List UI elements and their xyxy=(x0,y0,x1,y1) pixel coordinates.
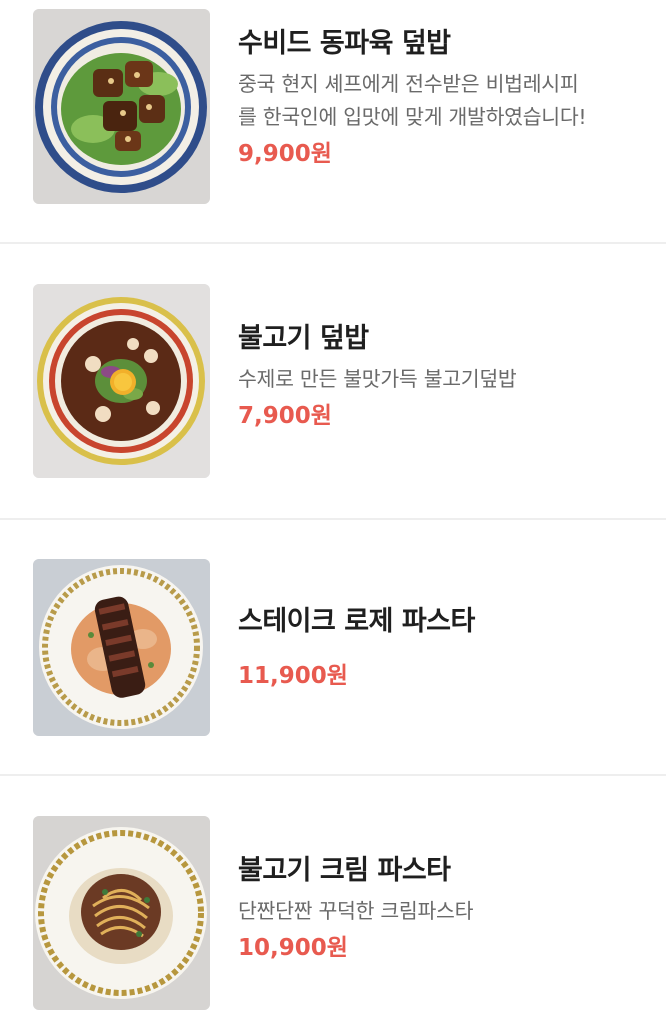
menu-list: 수비드 동파육 덮밥 중국 현지 셰프에게 전수받은 비법레시피 를 한국인에 … xyxy=(0,0,666,1016)
menu-item-price: 10,900원 xyxy=(238,935,348,961)
bulgogi-bowl-image xyxy=(33,284,210,478)
description-line: 를 한국인에 입맛에 맞게 개발하였습니다! xyxy=(238,105,587,129)
menu-item-info: 불고기 크림 파스타 단짠단짠 꾸덕한 크림파스타 10,900원 xyxy=(238,853,646,964)
food-photo xyxy=(33,816,210,1010)
food-photo xyxy=(33,9,210,204)
menu-item-name: 스테이크 로제 파스타 xyxy=(238,606,475,637)
menu-item-info: 수비드 동파육 덮밥 중국 현지 셰프에게 전수받은 비법레시피 를 한국인에 … xyxy=(238,26,646,170)
menu-item-bulgogi-rice[interactable]: 불고기 덮밥 수제로 만든 불맛가득 불고기덮밥 7,900원 xyxy=(0,244,666,518)
menu-item-description: 중국 현지 셰프에게 전수받은 비법레시피 를 한국인에 입맛에 맞게 개발하였… xyxy=(238,68,646,134)
dongpayuk-bowl-image xyxy=(33,9,210,204)
menu-item-dongpayuk-rice[interactable]: 수비드 동파육 덮밥 중국 현지 셰프에게 전수받은 비법레시피 를 한국인에 … xyxy=(0,0,666,243)
menu-item-price: 11,900원 xyxy=(238,663,348,689)
menu-item-price: 9,900원 xyxy=(238,141,332,167)
menu-item-price: 7,900원 xyxy=(238,403,332,429)
menu-item-bulgogi-cream-pasta[interactable]: 불고기 크림 파스타 단짠단짠 꾸덕한 크림파스타 10,900원 xyxy=(0,776,666,1016)
menu-item-name: 수비드 동파육 덮밥 xyxy=(238,28,451,59)
steak-pasta-plate-image xyxy=(33,559,210,736)
food-photo xyxy=(33,559,210,736)
description-line: 단짠단짠 꾸덕한 크림파스타 xyxy=(238,899,474,923)
menu-item-info: 불고기 덮밥 수제로 만든 불맛가득 불고기덮밥 7,900원 xyxy=(238,321,646,432)
menu-item-steak-rose-pasta[interactable]: 스테이크 로제 파스타 11,900원 xyxy=(0,520,666,775)
menu-item-description: 단짠단짠 꾸덕한 크림파스타 xyxy=(238,895,646,928)
menu-item-name: 불고기 크림 파스타 xyxy=(238,855,451,886)
menu-item-name: 불고기 덮밥 xyxy=(238,323,369,354)
menu-item-description: 수제로 만든 불맛가득 불고기덮밥 xyxy=(238,363,646,396)
cream-pasta-plate-image xyxy=(33,816,210,1010)
description-line: 수제로 만든 불맛가득 불고기덮밥 xyxy=(238,367,517,391)
description-line: 중국 현지 셰프에게 전수받은 비법레시피 xyxy=(238,72,579,96)
food-photo xyxy=(33,284,210,478)
menu-item-info: 스테이크 로제 파스타 11,900원 xyxy=(238,604,646,692)
